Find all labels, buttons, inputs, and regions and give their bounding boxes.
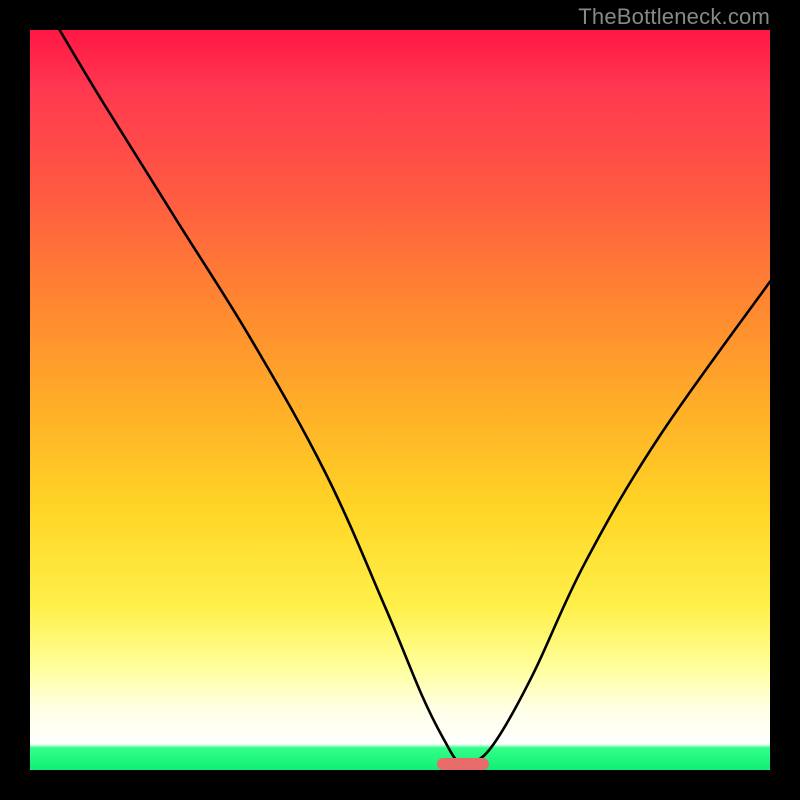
watermark-text: TheBottleneck.com [578,4,770,30]
bottleneck-curve-path [60,30,770,766]
optimum-marker [437,758,489,770]
chart-frame: TheBottleneck.com [0,0,800,800]
curve-svg [30,30,770,770]
plot-area [30,30,770,770]
